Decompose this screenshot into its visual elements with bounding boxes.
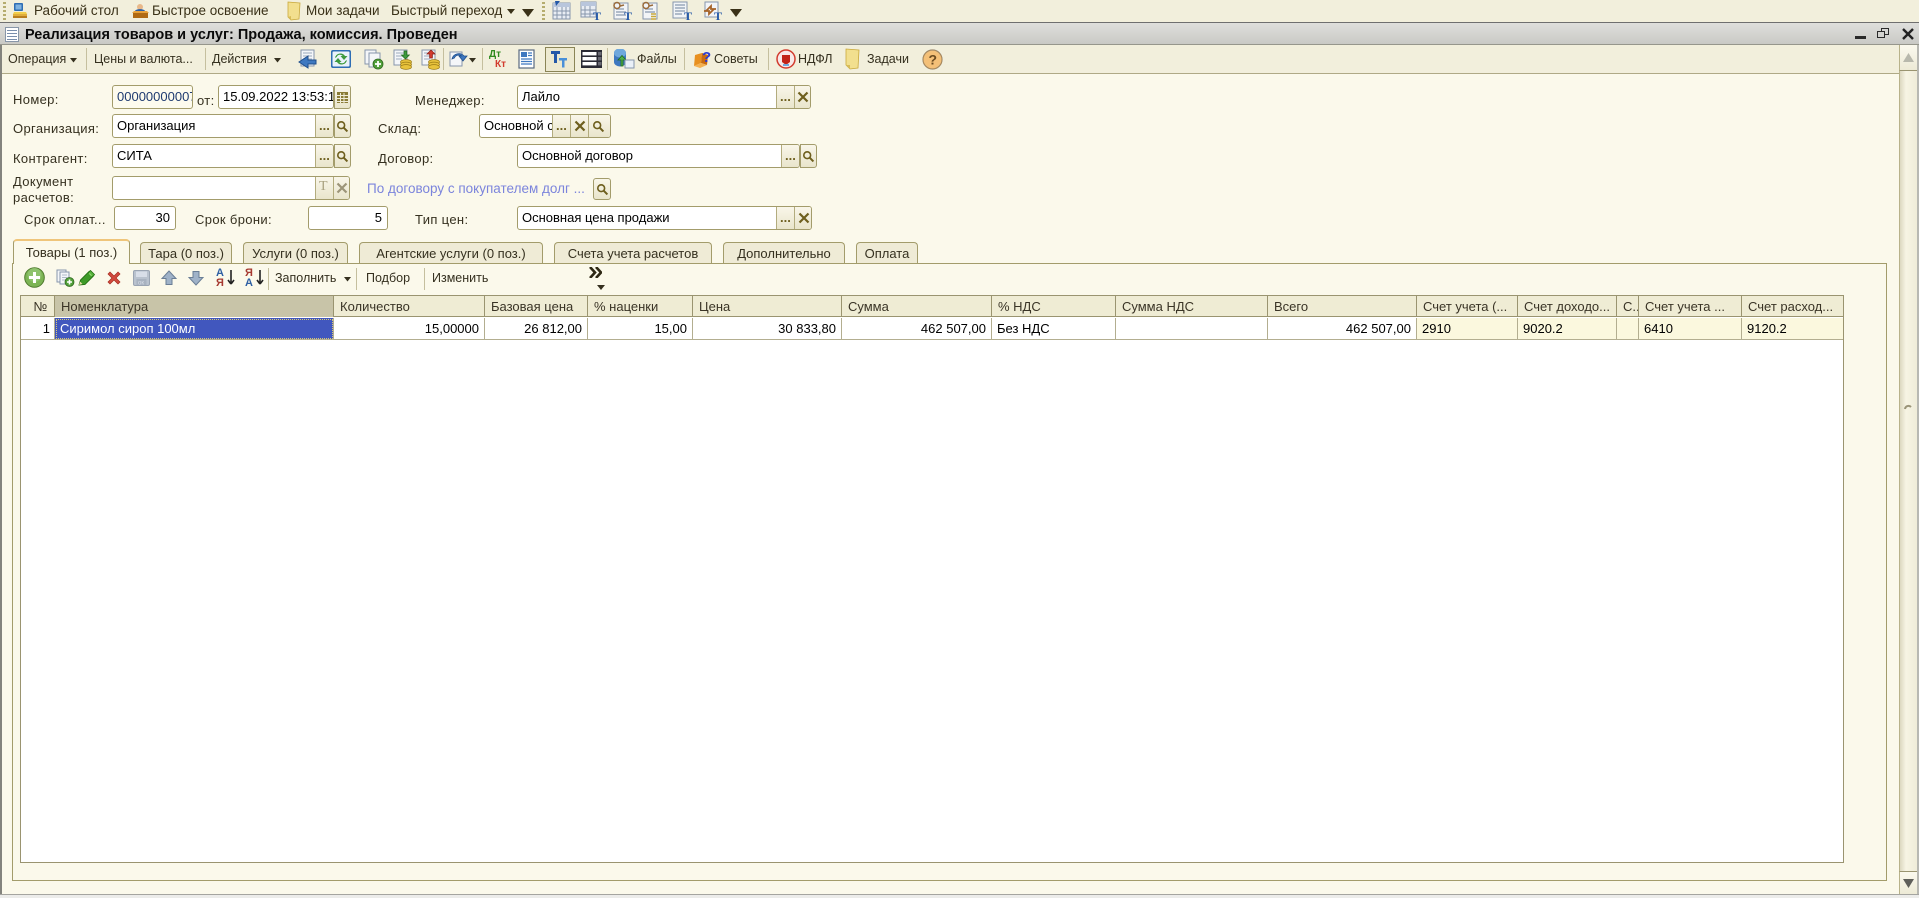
svg-text:T: T bbox=[714, 9, 722, 21]
svg-text:T: T bbox=[684, 9, 692, 21]
svg-text:T: T bbox=[593, 9, 601, 21]
svg-text:ок: ок bbox=[138, 281, 144, 287]
svg-text:?: ? bbox=[702, 49, 711, 66]
svg-text:T: T bbox=[624, 9, 632, 21]
svg-text:?: ? bbox=[929, 52, 938, 68]
